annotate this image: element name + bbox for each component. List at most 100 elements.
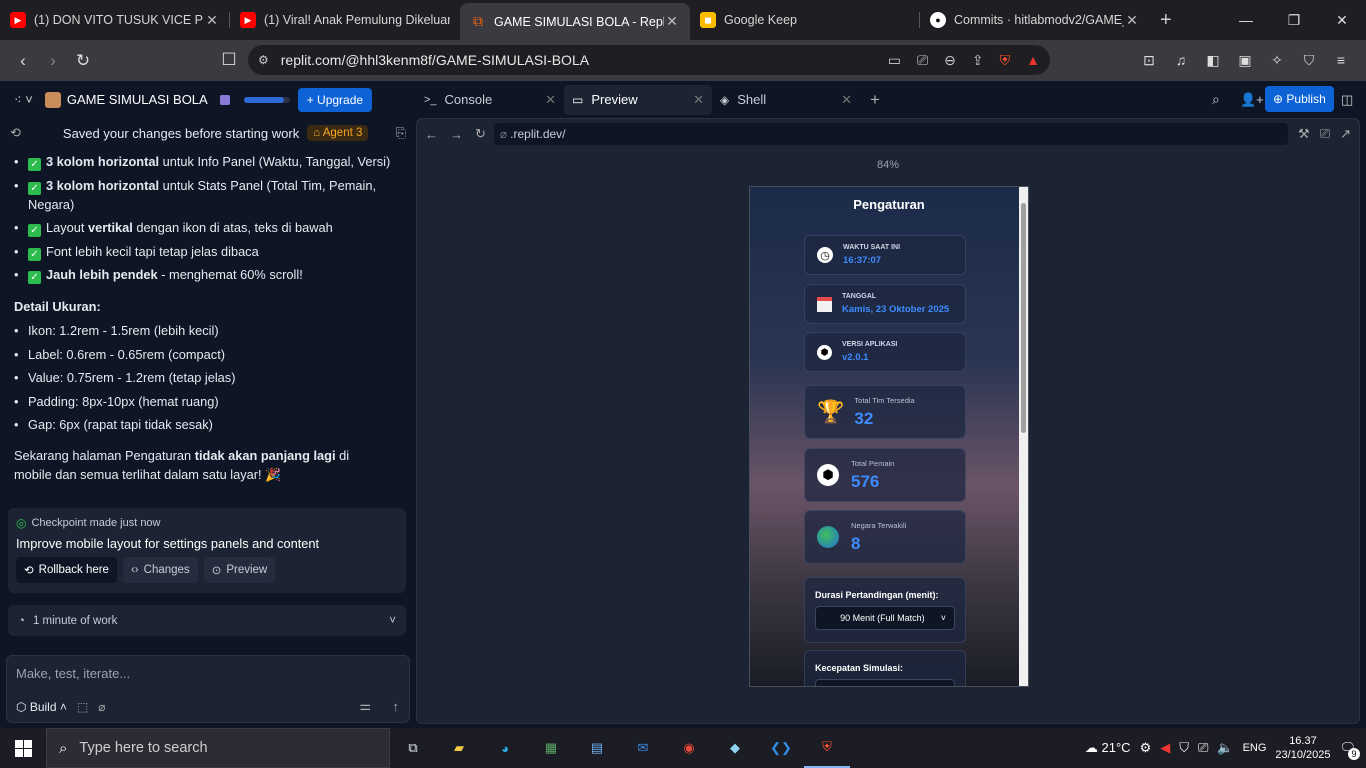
close-tab-icon[interactable]: ✕ xyxy=(664,13,680,30)
chrome-icon[interactable]: ◉ xyxy=(666,728,712,768)
app-icon[interactable]: ◆ xyxy=(712,728,758,768)
changes-button[interactable]: ‹› Changes xyxy=(122,557,198,583)
close-window-icon[interactable]: ✕ xyxy=(1318,0,1366,40)
preview-url-input[interactable]: ⌀ .replit.dev/ xyxy=(493,123,1289,145)
speed-select[interactable] xyxy=(815,679,955,686)
back-icon[interactable]: ← xyxy=(425,127,438,142)
browser-tab[interactable]: ▶ (1) DON VITO TUSUK VICE PRESID ✕ xyxy=(0,3,230,37)
browser-tab-active[interactable]: ⧉ GAME SIMULASI BOLA - Repli ✕ xyxy=(460,3,690,40)
sidebar-icon[interactable]: ◧ xyxy=(1198,45,1228,75)
project-avatar xyxy=(44,91,61,108)
network-icon[interactable]: ⎚ xyxy=(1198,740,1208,756)
reload-icon[interactable]: ↻ xyxy=(475,126,486,142)
tab-shell[interactable]: ◈ Shell ✕ xyxy=(712,85,860,115)
browser-tab[interactable]: ▶ (1) Viral! Anak Pemulung Dikeluark xyxy=(230,3,460,37)
work-summary-toggle[interactable]: ◔ 1 minute of work ˅ xyxy=(8,605,406,636)
store-icon[interactable]: ▤ xyxy=(574,728,620,768)
edge-icon[interactable]: ◕ xyxy=(482,728,528,768)
scrollbar-thumb[interactable] xyxy=(1021,203,1026,433)
close-tab-icon[interactable]: ✕ xyxy=(1124,12,1140,29)
list-item: Padding: 8px-10px (hemat ruang) xyxy=(14,392,402,411)
reader-icon[interactable]: ⊡ xyxy=(1134,45,1164,75)
close-tab-icon[interactable]: ✕ xyxy=(841,92,852,108)
close-tab-icon[interactable]: ✕ xyxy=(693,92,704,108)
close-tab-icon[interactable]: ✕ xyxy=(204,12,220,29)
open-new-tab-icon[interactable]: ↗ xyxy=(1340,126,1351,142)
vscode-icon[interactable]: ❮❯ xyxy=(758,728,804,768)
tab-console[interactable]: >_ Console ✕ xyxy=(416,85,564,115)
cast-icon[interactable]: ⎚ xyxy=(917,52,928,69)
reload-icon[interactable]: ↻ xyxy=(68,46,98,76)
forward-icon[interactable]: › xyxy=(38,46,68,76)
new-tab-button[interactable]: + xyxy=(1160,9,1172,32)
upgrade-button[interactable]: + Upgrade xyxy=(297,87,373,112)
scrollbar[interactable] xyxy=(1019,187,1028,686)
volume-tray-icon[interactable]: ◀ xyxy=(1160,740,1170,756)
menu-icon[interactable]: ≡ xyxy=(1326,45,1356,75)
windows-start-icon[interactable] xyxy=(0,728,46,768)
globe-icon xyxy=(817,526,839,548)
close-tab-icon[interactable]: ✕ xyxy=(545,92,556,108)
mail-icon[interactable]: ✉ xyxy=(620,728,666,768)
zoom-icon[interactable]: ⊖ xyxy=(944,52,956,69)
replit-logo-menu-icon[interactable]: ⁖ ˅ xyxy=(14,92,33,108)
clock[interactable]: 16.37 23/10/2025 xyxy=(1275,734,1330,762)
send-icon[interactable]: ↑ xyxy=(393,699,400,714)
list-item: Value: 0.75rem - 1.2rem (tetap jelas) xyxy=(14,368,402,387)
select-element-icon[interactable]: ⬚ xyxy=(77,700,88,714)
search-icon[interactable]: ⌕ xyxy=(1212,91,1220,108)
build-mode-button[interactable]: ⬡ Build ˄ xyxy=(16,700,67,714)
layout-icon[interactable]: ◫ xyxy=(1341,92,1353,108)
new-chat-icon[interactable]: ⎘ xyxy=(396,125,406,141)
share-icon[interactable]: ⇪ xyxy=(972,52,984,69)
duration-select[interactable]: 90 Menit (Full Match) ˅ xyxy=(815,606,955,630)
speaker-icon[interactable]: 🔈 xyxy=(1217,740,1233,756)
wallet-icon[interactable]: ▣ xyxy=(1230,45,1260,75)
publish-button[interactable]: ⊕ Publish xyxy=(1265,86,1334,112)
agent-chat-panel: ⟲ Saved your changes before starting wor… xyxy=(0,118,416,728)
brave-icon[interactable]: ⛨ xyxy=(804,728,850,768)
task-view-icon[interactable]: ⧉ xyxy=(390,728,436,768)
attach-icon[interactable]: ⌀ xyxy=(98,700,105,714)
back-icon[interactable]: ‹ xyxy=(8,46,38,76)
tray-icon[interactable]: ⚙ xyxy=(1140,740,1152,756)
brave-shield-icon[interactable]: ⛨ xyxy=(1000,52,1011,69)
site-info-icon[interactable]: ⚙ xyxy=(258,53,269,67)
bookmark-icon[interactable]: ☐ xyxy=(214,45,244,75)
settings-sliders-icon[interactable]: ⚌ xyxy=(359,698,371,714)
file-explorer-icon[interactable]: ▰ xyxy=(436,728,482,768)
media-icon[interactable]: ♫ xyxy=(1166,45,1196,75)
tab-preview[interactable]: ▭ Preview ✕ xyxy=(564,84,712,115)
info-panel-version: ⬢ VERSI APLIKASI v2.0.1 xyxy=(804,332,966,372)
brave-rewards-icon[interactable]: ▲ xyxy=(1026,52,1040,68)
minimize-icon[interactable]: — xyxy=(1222,0,1270,40)
preview-button[interactable]: ⊙ Preview xyxy=(203,557,276,583)
chat-input[interactable]: Make, test, iterate... xyxy=(7,656,409,691)
address-bar[interactable]: ⚙ replit.com/@hhl3kenm8f/GAME-SIMULASI-B… xyxy=(248,45,1050,75)
device-icon[interactable]: ⎚ xyxy=(1320,126,1330,142)
language-indicator[interactable]: ENG xyxy=(1243,742,1267,754)
trophy-icon: 🏆 xyxy=(817,399,845,424)
taskbar-search[interactable]: ⌕ Type here to search xyxy=(46,728,390,768)
checkpoint-icon: ◎ xyxy=(16,516,27,530)
shield-tray-icon[interactable]: ⛉ xyxy=(1179,740,1189,756)
vpn-icon[interactable]: ⛉ xyxy=(1294,45,1324,75)
clipboard-icon[interactable]: ▭ xyxy=(888,52,901,69)
weather-widget[interactable]: ☁ 21°C xyxy=(1085,740,1131,756)
restore-icon[interactable]: ❐ xyxy=(1270,0,1318,40)
project-name[interactable]: GAME SIMULASI BOLA xyxy=(67,92,208,107)
forward-icon[interactable]: → xyxy=(450,127,463,142)
search-icon: ⌕ xyxy=(59,739,68,757)
add-tab-icon[interactable]: + xyxy=(870,90,880,110)
invite-icon[interactable]: 👤+ xyxy=(1240,92,1264,108)
notification-icon[interactable]: 🗨 9 xyxy=(1339,740,1360,760)
game-app-icon[interactable]: ▦ xyxy=(528,728,574,768)
leo-ai-icon[interactable]: ✧ xyxy=(1262,45,1292,75)
url-text[interactable]: replit.com/@hhl3kenm8f/GAME-SIMULASI-BOL… xyxy=(281,52,872,68)
devtools-icon[interactable]: ⚒ xyxy=(1298,126,1310,142)
browser-tab[interactable]: ● Commits · hitlabmodv2/GAME_SIN ✕ xyxy=(920,3,1150,37)
rollback-button[interactable]: ⟲ Rollback here xyxy=(16,557,117,583)
page-title: Pengaturan xyxy=(853,197,925,212)
history-icon[interactable]: ⟲ xyxy=(10,125,21,141)
browser-tab[interactable]: ◼ Google Keep xyxy=(690,3,920,37)
